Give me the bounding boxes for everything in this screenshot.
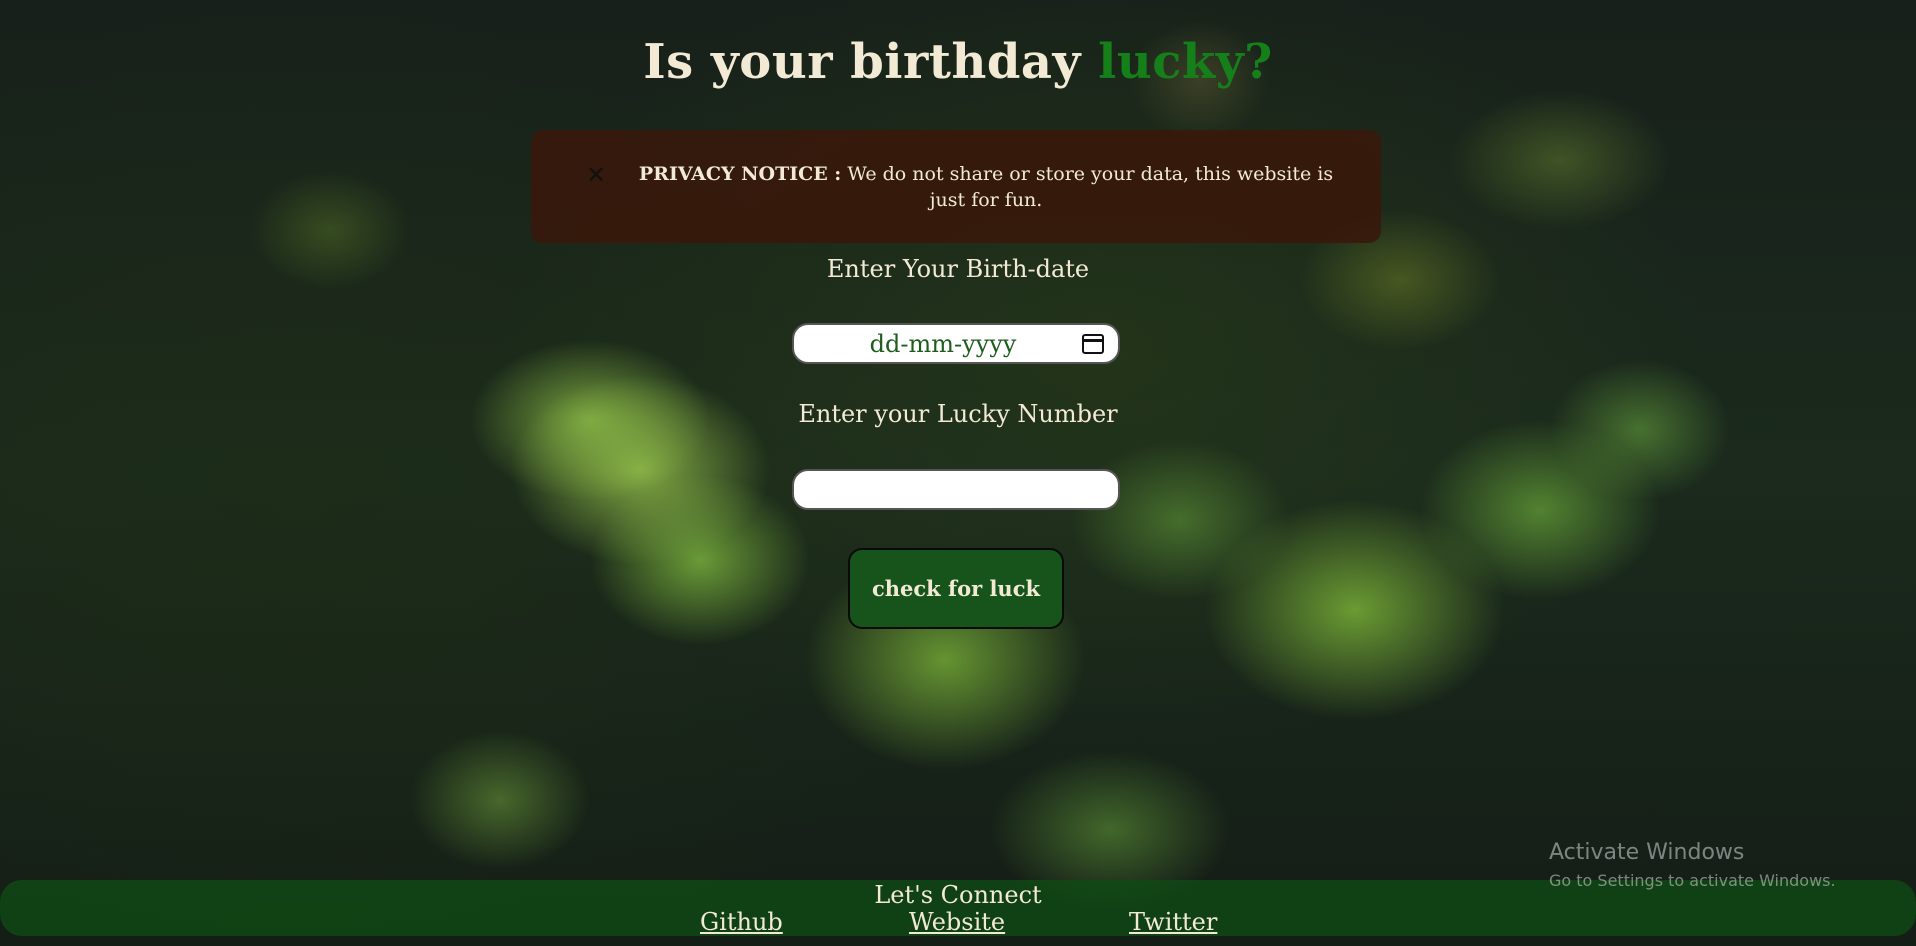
github-link[interactable]: Github — [700, 908, 783, 936]
birthdate-input[interactable]: dd-mm-yyyy — [792, 323, 1120, 364]
watermark-line2: Go to Settings to activate Windows. — [1549, 871, 1836, 890]
watermark-line1: Activate Windows — [1549, 840, 1745, 865]
check-for-luck-button[interactable]: check for luck — [848, 548, 1064, 629]
page-title: Is your birthday lucky? — [0, 34, 1916, 90]
close-icon[interactable]: ✕ — [586, 163, 606, 187]
calendar-icon[interactable] — [1082, 333, 1104, 354]
website-link[interactable]: Website — [909, 908, 1005, 936]
birthdate-placeholder[interactable]: dd-mm-yyyy — [794, 330, 1082, 358]
title-main: Is your birthday — [643, 34, 1099, 90]
activate-windows-watermark: Activate Windows Go to Settings to activ… — [1549, 840, 1836, 890]
twitter-link[interactable]: Twitter — [1129, 908, 1217, 936]
privacy-notice-text: PRIVACY NOTICE : We do not share or stor… — [631, 161, 1341, 213]
lucky-number-label: Enter your Lucky Number — [798, 400, 1118, 428]
privacy-notice: ✕ PRIVACY NOTICE : We do not share or st… — [531, 130, 1381, 243]
lucky-number-input[interactable] — [792, 469, 1120, 510]
birthdate-label: Enter Your Birth-date — [826, 255, 1090, 283]
privacy-notice-body: We do not share or store your data, this… — [841, 162, 1334, 211]
title-accent: lucky? — [1098, 34, 1273, 90]
privacy-notice-heading: PRIVACY NOTICE : — [638, 162, 842, 185]
